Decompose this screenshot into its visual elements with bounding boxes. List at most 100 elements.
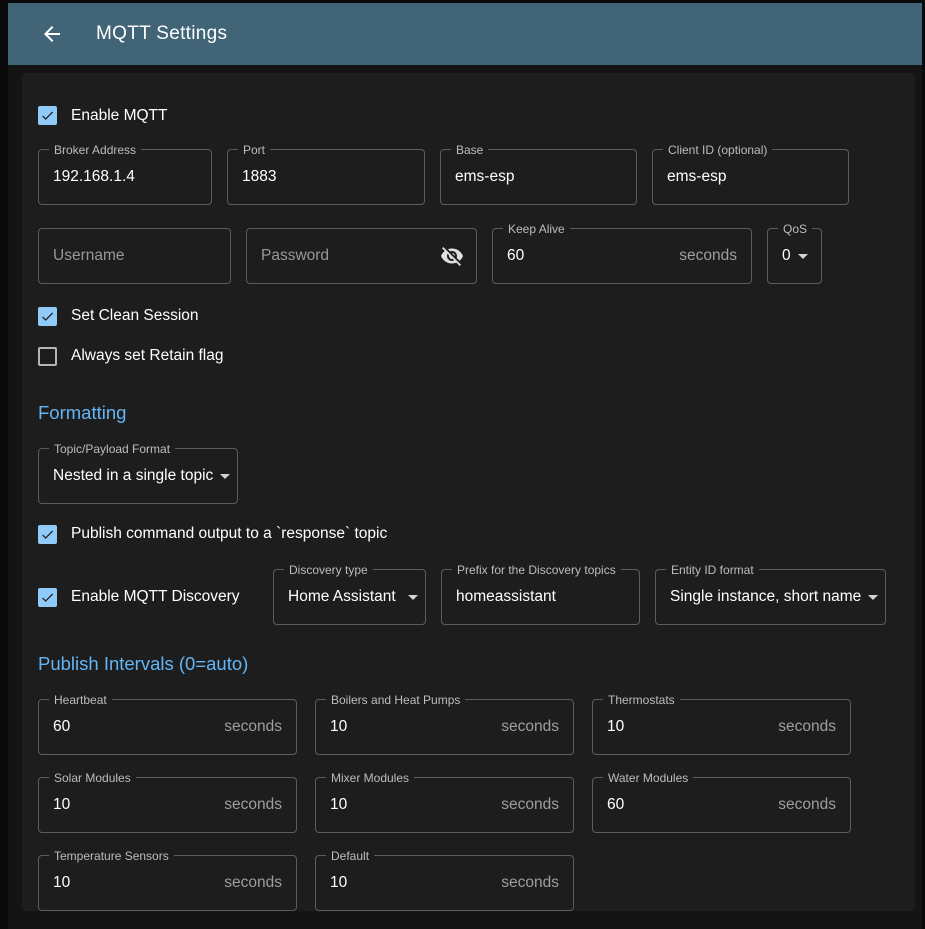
qos-select[interactable]: QoS 0 [767, 228, 822, 284]
seconds-suffix: seconds [224, 874, 282, 892]
seconds-suffix: seconds [224, 718, 282, 736]
checkbox-label: Enable MQTT [71, 107, 167, 125]
field-label: Base [451, 142, 488, 158]
base-input[interactable] [455, 168, 622, 186]
discovery-prefix-input[interactable] [456, 588, 625, 606]
back-button[interactable] [32, 14, 72, 54]
topic-format-select[interactable]: Topic/Payload Format Nested in a single … [38, 448, 238, 504]
port-field[interactable]: Port [227, 149, 425, 205]
seconds-suffix: seconds [501, 718, 559, 736]
checkbox-icon[interactable] [38, 347, 57, 366]
clean-session-checkbox[interactable]: Set Clean Session [38, 296, 899, 336]
entity-id-format-select[interactable]: Entity ID format Single instance, short … [655, 569, 886, 625]
interval-field-solar[interactable]: Solar Modules seconds [38, 777, 297, 833]
enable-mqtt-checkbox[interactable]: Enable MQTT [38, 106, 899, 125]
field-label: QoS [778, 221, 812, 237]
visibility-toggle-button[interactable] [438, 242, 466, 270]
checkbox-icon[interactable] [38, 525, 57, 544]
field-label: Default [326, 848, 374, 864]
broker-fields-row: Broker Address Port Base Client ID (opti… [38, 149, 899, 205]
discovery-prefix-field[interactable]: Prefix for the Discovery topics [441, 569, 640, 625]
arrow-left-icon [40, 22, 64, 46]
field-label: Client ID (optional) [663, 142, 772, 158]
seconds-suffix: seconds [778, 796, 836, 814]
checkbox-label: Always set Retain flag [71, 347, 224, 365]
interval-field-thermostats[interactable]: Thermostats seconds [592, 699, 851, 755]
chevron-down-icon [213, 464, 237, 488]
field-label: Solar Modules [49, 770, 136, 786]
checkbox-label: Enable MQTT Discovery [71, 588, 240, 606]
credentials-row: Keep Alive seconds QoS 0 [38, 228, 899, 284]
field-label: Heartbeat [49, 692, 112, 708]
broker-address-input[interactable] [53, 168, 197, 186]
visibility-off-icon [440, 244, 464, 268]
field-label: Entity ID format [666, 562, 759, 578]
field-label: Broker Address [49, 142, 141, 158]
qos-value: 0 [782, 247, 791, 265]
keep-alive-input[interactable] [507, 247, 671, 265]
settings-card: Enable MQTT Broker Address Port Base Cli… [22, 73, 915, 911]
field-label: Port [238, 142, 270, 158]
field-label: Water Modules [603, 770, 693, 786]
topic-format-value: Nested in a single topic [53, 467, 213, 485]
field-label: Mixer Modules [326, 770, 414, 786]
interval-field-temperature-sensors[interactable]: Temperature Sensors seconds [38, 855, 297, 911]
chevron-down-icon [861, 585, 885, 609]
username-input[interactable] [53, 247, 216, 265]
intervals-grid: Heartbeat seconds Boilers and Heat Pumps… [38, 699, 899, 911]
formatting-heading: Formatting [38, 402, 899, 424]
client-id-field[interactable]: Client ID (optional) [652, 149, 849, 205]
seconds-suffix: seconds [224, 796, 282, 814]
interval-field-default[interactable]: Default seconds [315, 855, 574, 911]
client-id-input[interactable] [667, 168, 834, 186]
interval-water-input[interactable] [607, 796, 770, 814]
field-label: Topic/Payload Format [49, 441, 175, 457]
checkbox-icon[interactable] [38, 307, 57, 326]
discovery-row: Enable MQTT Discovery Discovery type Hom… [38, 562, 899, 625]
field-label: Thermostats [603, 692, 680, 708]
interval-default-input[interactable] [330, 874, 493, 892]
password-field[interactable] [246, 228, 477, 284]
base-field[interactable]: Base [440, 149, 637, 205]
discovery-type-select[interactable]: Discovery type Home Assistant [273, 569, 426, 625]
checkbox-icon[interactable] [38, 106, 57, 125]
broker-address-field[interactable]: Broker Address [38, 149, 212, 205]
interval-solar-input[interactable] [53, 796, 216, 814]
discovery-type-value: Home Assistant [288, 588, 396, 606]
interval-heartbeat-input[interactable] [53, 718, 216, 736]
interval-field-boilers[interactable]: Boilers and Heat Pumps seconds [315, 699, 574, 755]
entity-id-format-value: Single instance, short name [670, 588, 861, 606]
checkbox-label: Publish command output to a `response` t… [71, 525, 387, 543]
retain-flag-checkbox[interactable]: Always set Retain flag [38, 336, 899, 376]
interval-boilers-input[interactable] [330, 718, 493, 736]
chevron-down-icon [791, 244, 815, 268]
seconds-suffix: seconds [501, 874, 559, 892]
interval-field-heartbeat[interactable]: Heartbeat seconds [38, 699, 297, 755]
interval-field-water[interactable]: Water Modules seconds [592, 777, 851, 833]
field-label: Keep Alive [503, 221, 570, 237]
field-label: Prefix for the Discovery topics [452, 562, 621, 578]
intervals-heading: Publish Intervals (0=auto) [38, 653, 899, 675]
interval-field-mixer[interactable]: Mixer Modules seconds [315, 777, 574, 833]
checkbox-icon[interactable] [38, 588, 57, 607]
port-input[interactable] [242, 168, 410, 186]
publish-response-checkbox[interactable]: Publish command output to a `response` t… [38, 514, 899, 554]
enable-discovery-checkbox[interactable]: Enable MQTT Discovery [38, 569, 258, 625]
field-label: Boilers and Heat Pumps [326, 692, 465, 708]
password-input[interactable] [261, 247, 438, 265]
content-area: Enable MQTT Broker Address Port Base Cli… [8, 65, 922, 929]
interval-temperature-sensors-input[interactable] [53, 874, 216, 892]
field-label: Discovery type [284, 562, 373, 578]
chevron-down-icon [401, 585, 425, 609]
interval-mixer-input[interactable] [330, 796, 493, 814]
seconds-suffix: seconds [778, 718, 836, 736]
username-field[interactable] [38, 228, 231, 284]
interval-thermostats-input[interactable] [607, 718, 770, 736]
seconds-suffix: seconds [679, 247, 737, 265]
appbar: MQTT Settings [8, 3, 922, 65]
checkbox-label: Set Clean Session [71, 307, 199, 325]
topic-format-row: Topic/Payload Format Nested in a single … [38, 448, 899, 504]
keep-alive-field[interactable]: Keep Alive seconds [492, 228, 752, 284]
field-label: Temperature Sensors [49, 848, 174, 864]
page-title: MQTT Settings [96, 23, 227, 45]
